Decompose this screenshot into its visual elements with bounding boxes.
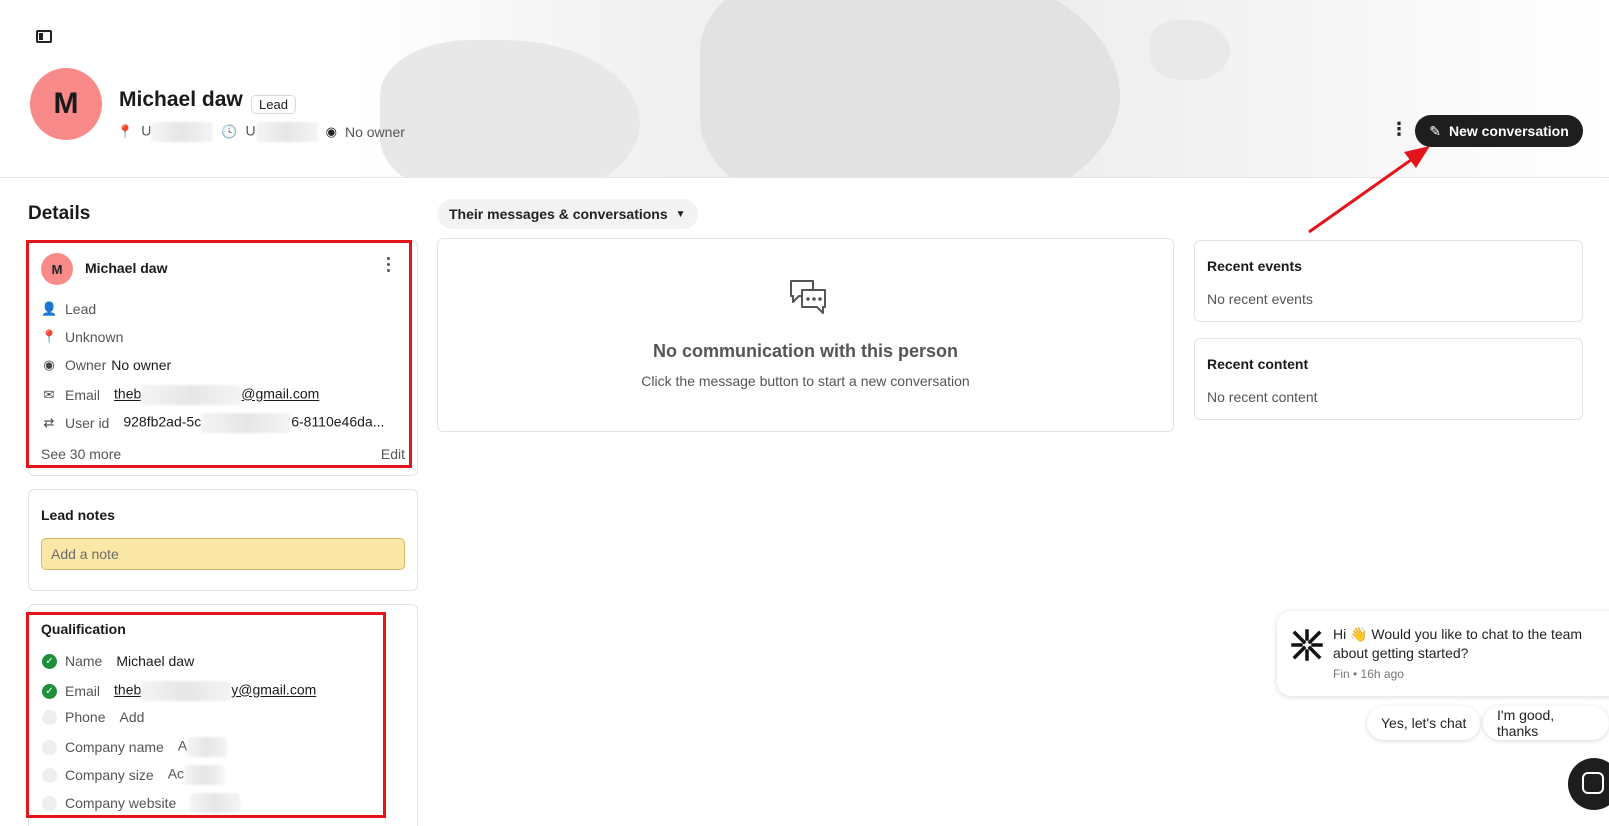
detail-row-email[interactable]: ✉ Email theb @gmail.com xyxy=(41,385,319,405)
avatar-initial: M xyxy=(53,87,79,120)
messages-filter-dropdown[interactable]: Their messages & conversations ▼ xyxy=(437,199,698,229)
check-icon: ✓ xyxy=(42,653,57,669)
location-pin-icon: 📍 xyxy=(41,329,58,344)
qualification-row-company-name[interactable]: Company name A xyxy=(42,737,228,757)
recent-events-card: Recent events No recent events xyxy=(1194,240,1583,322)
clock-icon: 🕓 xyxy=(221,124,238,139)
location-value: U xyxy=(141,122,214,142)
more-options-icon[interactable]: ⋮ xyxy=(1390,120,1408,138)
new-conversation-button[interactable]: ✎ New conversation xyxy=(1415,115,1583,147)
empty-circle-icon xyxy=(42,709,57,725)
qualification-title: Qualification xyxy=(41,621,126,637)
profile-header: M Michael daw Lead 📍 U 🕓 U ◉ No owner ⋮ … xyxy=(0,0,1609,178)
map-background-continent xyxy=(700,0,1120,177)
location-pin-icon: 📍 xyxy=(117,124,134,139)
qualification-row-name[interactable]: ✓ Name Michael daw xyxy=(42,653,194,669)
empty-state-subtitle: Click the message button to start a new … xyxy=(641,373,970,389)
check-icon: ✓ xyxy=(42,683,57,699)
person-icon: 👤 xyxy=(41,301,58,316)
map-background-island xyxy=(1150,20,1230,80)
contact-avatar: M xyxy=(41,253,73,285)
detail-row-location: 📍 Unknown xyxy=(41,329,124,345)
see-more-link[interactable]: See 30 more xyxy=(41,446,121,462)
caret-down-icon: ▼ xyxy=(675,208,686,220)
new-conversation-label: New conversation xyxy=(1448,123,1569,139)
empty-circle-icon xyxy=(42,739,57,755)
qualification-row-email[interactable]: ✓ Email theb y@gmail.com xyxy=(42,681,316,701)
owner-icon: ◉ xyxy=(43,357,55,372)
fin-message-meta: Fin • 16h ago xyxy=(1333,667,1404,681)
lead-notes-card: Lead notes Add a note xyxy=(28,489,418,591)
profile-meta: 📍 U 🕓 U ◉ No owner xyxy=(117,122,405,142)
empty-state-title: No communication with this person xyxy=(652,341,958,361)
status-badge: Lead xyxy=(251,95,296,114)
contact-name: Michael daw xyxy=(85,260,168,276)
fin-logo-icon xyxy=(1291,629,1323,661)
fin-message-bubble[interactable]: Hi 👋 Would you like to chat to the team … xyxy=(1277,611,1609,696)
detail-row-type: 👤 Lead xyxy=(41,301,97,317)
compose-icon: ✎ xyxy=(1429,122,1441,139)
local-time-value: U xyxy=(246,122,318,142)
fin-message-text: Hi 👋 Would you like to chat to the team … xyxy=(1333,626,1583,661)
contact-card: M Michael daw 👤 Lead 📍 Unknown ◉ Owner N… xyxy=(28,240,418,476)
edit-button[interactable]: Edit xyxy=(381,446,405,462)
empty-circle-icon xyxy=(42,767,57,783)
note-input[interactable]: Add a note xyxy=(41,538,405,570)
qualification-row-company-size[interactable]: Company size Ac xyxy=(42,765,225,785)
details-title: Details xyxy=(28,203,91,224)
chat-bubbles-icon xyxy=(790,280,826,314)
qualification-card: Qualification ✓ Name Michael daw ✓ Email… xyxy=(28,604,418,826)
qualification-row-phone[interactable]: Phone Add xyxy=(42,709,144,725)
fin-no-button[interactable]: I'm good, thanks xyxy=(1483,706,1609,740)
messenger-icon xyxy=(1582,772,1604,794)
qualification-row-company-website[interactable]: Company website xyxy=(42,793,241,813)
detail-row-userid: ⇄ User id 928fb2ad-5c 6-8110e46da... xyxy=(41,413,384,433)
email-link[interactable]: theb @gmail.com xyxy=(114,385,319,405)
empty-circle-icon xyxy=(42,795,57,811)
page-title: Michael daw xyxy=(119,88,243,111)
swap-arrows-icon: ⇄ xyxy=(43,415,55,430)
lead-notes-title: Lead notes xyxy=(41,507,115,523)
recent-content-empty: No recent content xyxy=(1207,389,1318,405)
recent-events-title: Recent events xyxy=(1207,258,1302,274)
detail-row-owner[interactable]: ◉ Owner No owner xyxy=(41,357,171,373)
messenger-launcher-button[interactable] xyxy=(1568,758,1609,810)
userid-value: 928fb2ad-5c 6-8110e46da... xyxy=(123,413,384,433)
owner-value[interactable]: No owner xyxy=(345,124,405,140)
mail-icon: ✉ xyxy=(43,387,55,402)
fin-yes-button[interactable]: Yes, let's chat xyxy=(1367,706,1481,740)
avatar: M xyxy=(30,68,102,140)
recent-events-empty: No recent events xyxy=(1207,291,1313,307)
recent-content-title: Recent content xyxy=(1207,356,1309,372)
owner-icon: ◉ xyxy=(325,124,337,139)
recent-content-card: Recent content No recent content xyxy=(1194,338,1583,420)
messages-panel: No communication with this person Click … xyxy=(437,238,1174,432)
contact-more-icon[interactable] xyxy=(387,257,391,275)
map-background xyxy=(380,40,640,177)
sidebar-toggle-icon[interactable] xyxy=(36,30,52,43)
